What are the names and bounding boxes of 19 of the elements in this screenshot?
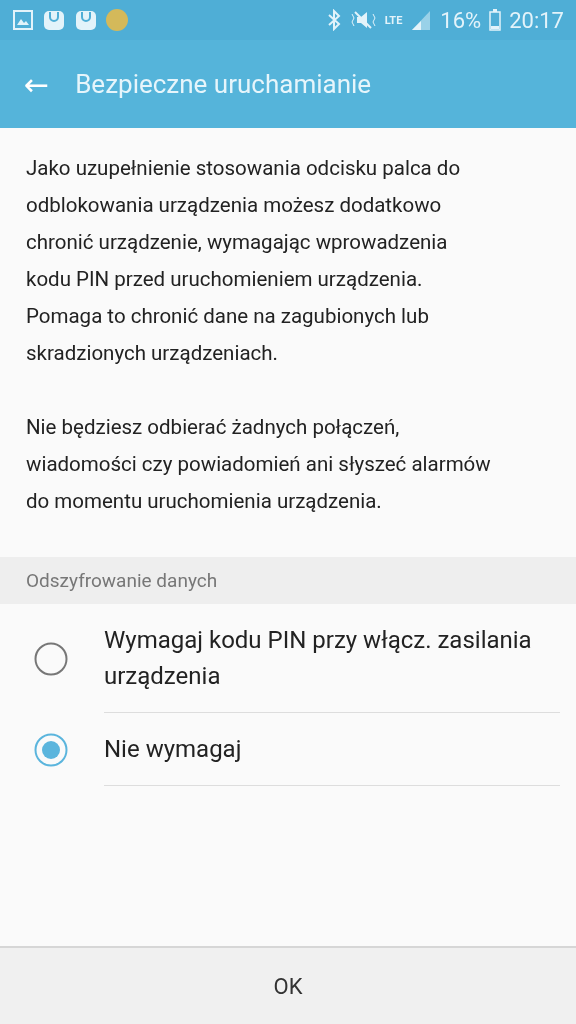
clock: 20:17 — [509, 7, 564, 33]
ok-button[interactable]: OK — [243, 963, 333, 1009]
description-text: Nie będziesz odbierać żadnych połączeń, wiadomości czy powiadomień ani słyszeć alarmów do momentu uruchomienia urządzenia. — [26, 414, 492, 515]
section-header: Odszyfrowanie danych — [0, 557, 576, 604]
gallery-icon — [12, 9, 34, 31]
battery-icon — [489, 9, 502, 31]
battery-percent: 16% — [440, 7, 482, 33]
option-label[interactable]: Wymagaj kodu PIN przy włącz. zasilania urządzenia — [104, 604, 560, 713]
signal-icon — [410, 9, 433, 31]
bag-icon — [42, 8, 66, 32]
bluetooth-icon — [326, 9, 341, 31]
radio-button[interactable] — [34, 732, 68, 767]
description-text: Jako uzupełnienie stosowania odcisku palca do odblokowania urządzenia możesz dodatkowo chronić urządzenie, wymagając wprowadzenia kodu PIN przed uruchomieniem urządzenia. Pomaga to chronić dane na zagubionych lub skradzionych urządzeniach. — [26, 155, 462, 367]
dot-icon — [106, 9, 128, 31]
screen-title: Bezpieczne uruchamianie — [75, 69, 372, 99]
bag-icon — [74, 8, 98, 32]
option-label[interactable]: Nie wymagaj — [104, 713, 560, 786]
network-type: LTE — [384, 13, 403, 27]
radio-button[interactable] — [34, 641, 68, 676]
